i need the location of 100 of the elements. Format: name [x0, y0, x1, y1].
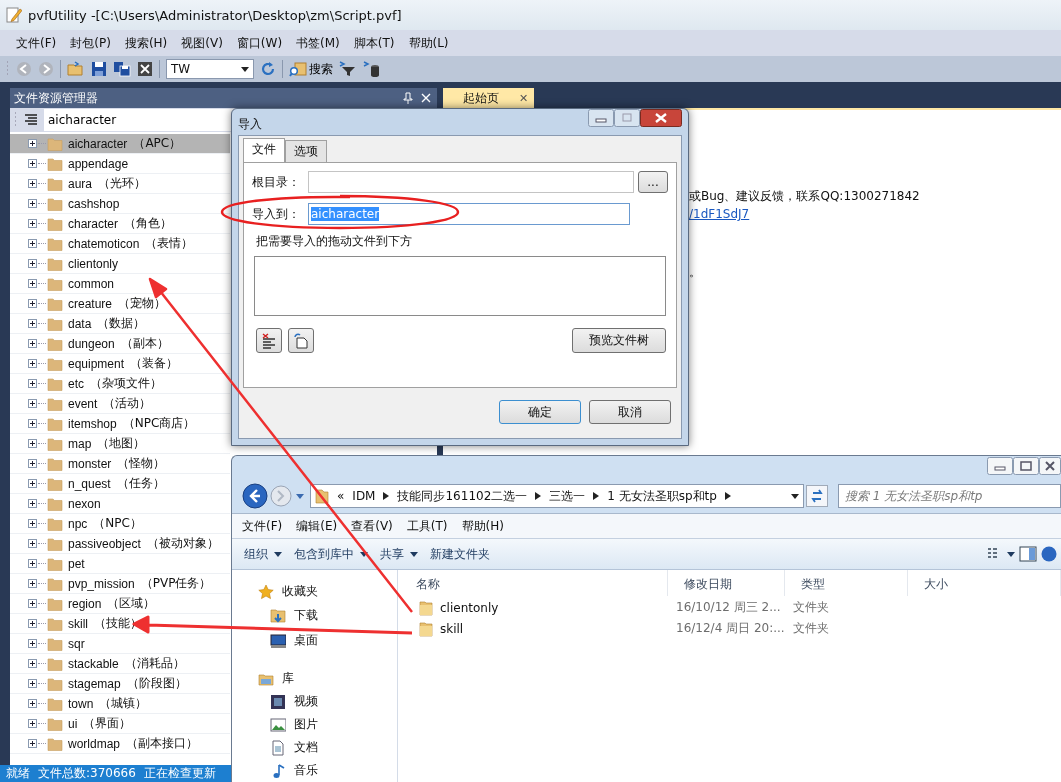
refresh-icon[interactable]: [806, 485, 828, 507]
column-header[interactable]: 修改日期: [668, 570, 785, 596]
expand-icon[interactable]: [28, 659, 37, 668]
tree-item[interactable]: n_quest （任务）: [10, 474, 230, 494]
tree-item[interactable]: region （区域）: [10, 594, 230, 614]
breadcrumb-item[interactable]: 1 无女法圣职sp和tp: [607, 487, 717, 505]
tree-item[interactable]: map （地图）: [10, 434, 230, 454]
list-icon[interactable]: [24, 114, 38, 126]
breadcrumb-item[interactable]: 三选一: [549, 487, 586, 505]
tree-item[interactable]: town （城镇）: [10, 694, 230, 714]
close-icon[interactable]: [640, 109, 682, 127]
browse-button[interactable]: ...: [638, 171, 668, 193]
expand-icon[interactable]: [28, 139, 37, 148]
language-dropdown[interactable]: TW: [166, 59, 254, 79]
nav-item[interactable]: 下载: [258, 603, 397, 628]
menu-item[interactable]: 书签(M): [296, 34, 340, 52]
expand-icon[interactable]: [28, 299, 37, 308]
tree-item[interactable]: itemshop （NPC商店）: [10, 414, 230, 434]
pin-icon[interactable]: [403, 92, 413, 104]
expand-icon[interactable]: [28, 719, 37, 728]
command-button[interactable]: 新建文件夹: [426, 543, 494, 565]
expand-icon[interactable]: [28, 419, 37, 428]
minimize-icon[interactable]: [987, 457, 1013, 475]
menu-item[interactable]: 视图(V): [181, 34, 223, 52]
breadcrumb-item[interactable]: «: [337, 489, 345, 503]
back-icon[interactable]: [242, 483, 268, 509]
nav-group-item[interactable]: 库: [258, 667, 397, 690]
tree-item[interactable]: passiveobject （被动对象）: [10, 534, 230, 554]
expand-icon[interactable]: [28, 679, 37, 688]
expand-icon[interactable]: [28, 739, 37, 748]
nav-item[interactable]: 视频: [258, 690, 397, 713]
link[interactable]: /1dF1SdJ7: [689, 207, 750, 221]
expand-icon[interactable]: [28, 399, 37, 408]
expand-icon[interactable]: [28, 459, 37, 468]
cancel-button[interactable]: 取消: [589, 400, 671, 424]
tree-item[interactable]: monster （怪物）: [10, 454, 230, 474]
expand-icon[interactable]: [28, 699, 37, 708]
chevron-icon[interactable]: [383, 492, 390, 500]
menu-item[interactable]: 文件(F): [242, 517, 283, 535]
tab-close-button[interactable]: ✕: [519, 91, 529, 105]
menu-item[interactable]: 查看(V): [351, 517, 393, 535]
drop-area[interactable]: [254, 256, 666, 316]
expand-icon[interactable]: [28, 619, 37, 628]
menu-item[interactable]: 帮助(H): [461, 517, 504, 535]
expand-icon[interactable]: [28, 219, 37, 228]
menu-item[interactable]: 工具(T): [406, 517, 448, 535]
file-name-cell[interactable]: clientonly: [398, 599, 668, 616]
expand-icon[interactable]: [28, 499, 37, 508]
command-button[interactable]: 共享: [376, 543, 422, 565]
tree-item[interactable]: character （角色）: [10, 214, 230, 234]
expand-icon[interactable]: [28, 259, 37, 268]
tree-item[interactable]: etc （杂项文件）: [10, 374, 230, 394]
tree-item[interactable]: clientonly: [10, 254, 230, 274]
clear-list-button[interactable]: [256, 328, 282, 353]
menu-item[interactable]: 编辑(E): [296, 517, 338, 535]
root-directory-field[interactable]: [308, 171, 634, 193]
tree-item[interactable]: event （活动）: [10, 394, 230, 414]
expand-icon[interactable]: [28, 519, 37, 528]
address-bar[interactable]: « IDM 技能同步161102二选一 三选一 1 无女法圣职sp和tp: [310, 484, 804, 508]
command-button[interactable]: 组织: [240, 543, 286, 565]
save-icon[interactable]: [91, 61, 107, 77]
tree-item[interactable]: appendage: [10, 154, 230, 174]
nav-item[interactable]: 音乐: [258, 759, 397, 782]
expand-icon[interactable]: [28, 279, 37, 288]
breadcrumb-item[interactable]: IDM: [352, 489, 376, 503]
tree-item[interactable]: npc （NPC）: [10, 514, 230, 534]
caret-icon[interactable]: [1007, 551, 1015, 557]
tab[interactable]: 文件: [243, 138, 285, 162]
expand-icon[interactable]: [28, 479, 37, 488]
document-tab[interactable]: 起始页 ✕: [443, 88, 535, 108]
tree-item[interactable]: cashshop: [10, 194, 230, 214]
search-field[interactable]: 搜索 1 无女法圣职sp和tp: [838, 484, 1061, 508]
tree-item[interactable]: ui （界面）: [10, 714, 230, 734]
search-button[interactable]: 搜索: [289, 60, 333, 78]
tree-item[interactable]: worldmap （副本接口）: [10, 734, 230, 754]
nav-group-item[interactable]: 收藏夹: [258, 580, 397, 603]
add-file-button[interactable]: [288, 328, 314, 353]
tree-item[interactable]: stagemap （阶段图）: [10, 674, 230, 694]
nav-item[interactable]: 图片: [258, 713, 397, 736]
filter-icon[interactable]: [339, 61, 357, 77]
tree-item[interactable]: aura （光环）: [10, 174, 230, 194]
expand-icon[interactable]: [28, 599, 37, 608]
chevron-icon[interactable]: [724, 492, 731, 500]
menu-item[interactable]: 窗口(W): [236, 34, 283, 52]
breadcrumb-item[interactable]: 技能同步161102二选一: [397, 487, 528, 505]
expand-icon[interactable]: [28, 339, 37, 348]
column-header[interactable]: 类型: [785, 570, 908, 596]
expand-icon[interactable]: [28, 639, 37, 648]
expand-icon[interactable]: [28, 239, 37, 248]
expand-icon[interactable]: [28, 579, 37, 588]
tree-item[interactable]: sqr: [10, 634, 230, 654]
tree-item[interactable]: chatemoticon （表情）: [10, 234, 230, 254]
chevron-icon[interactable]: [535, 492, 542, 500]
close-file-icon[interactable]: [137, 61, 153, 77]
menu-item[interactable]: 封包(P): [70, 34, 111, 52]
expand-icon[interactable]: [28, 439, 37, 448]
nav-item[interactable]: 桌面: [258, 628, 397, 653]
menu-item[interactable]: 文件(F): [16, 34, 57, 52]
refresh-icon[interactable]: [260, 61, 276, 77]
tree-item[interactable]: pet: [10, 554, 230, 574]
